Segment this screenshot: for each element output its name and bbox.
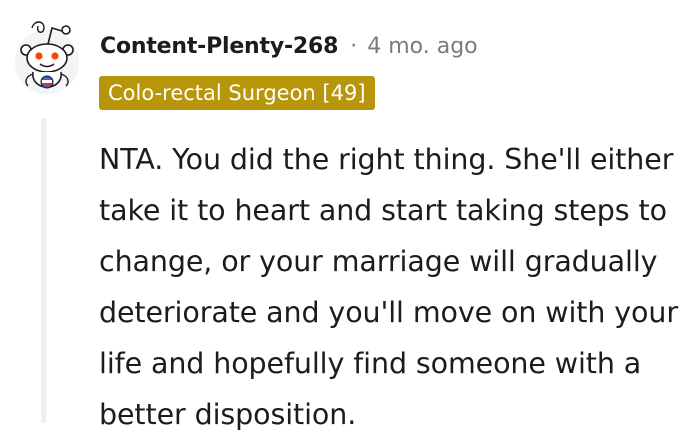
avatar[interactable] [14,14,80,104]
meta-separator: · [350,33,358,59]
user-flair-badge: Colo-rectal Surgeon [49] [99,76,375,110]
comment-timestamp[interactable]: 4 mo. ago [367,34,477,59]
snoo-avatar-icon [15,21,79,94]
thread-collapse-line[interactable] [41,118,46,423]
comment-body: NTA. You did the right thing. She'll eit… [99,143,678,431]
comment-header: Content-Plenty-268 · 4 mo. ago [100,30,478,62]
comment: Content-Plenty-268 · 4 mo. ago Colo-rect… [0,0,700,431]
author-username[interactable]: Content-Plenty-268 [100,34,338,59]
